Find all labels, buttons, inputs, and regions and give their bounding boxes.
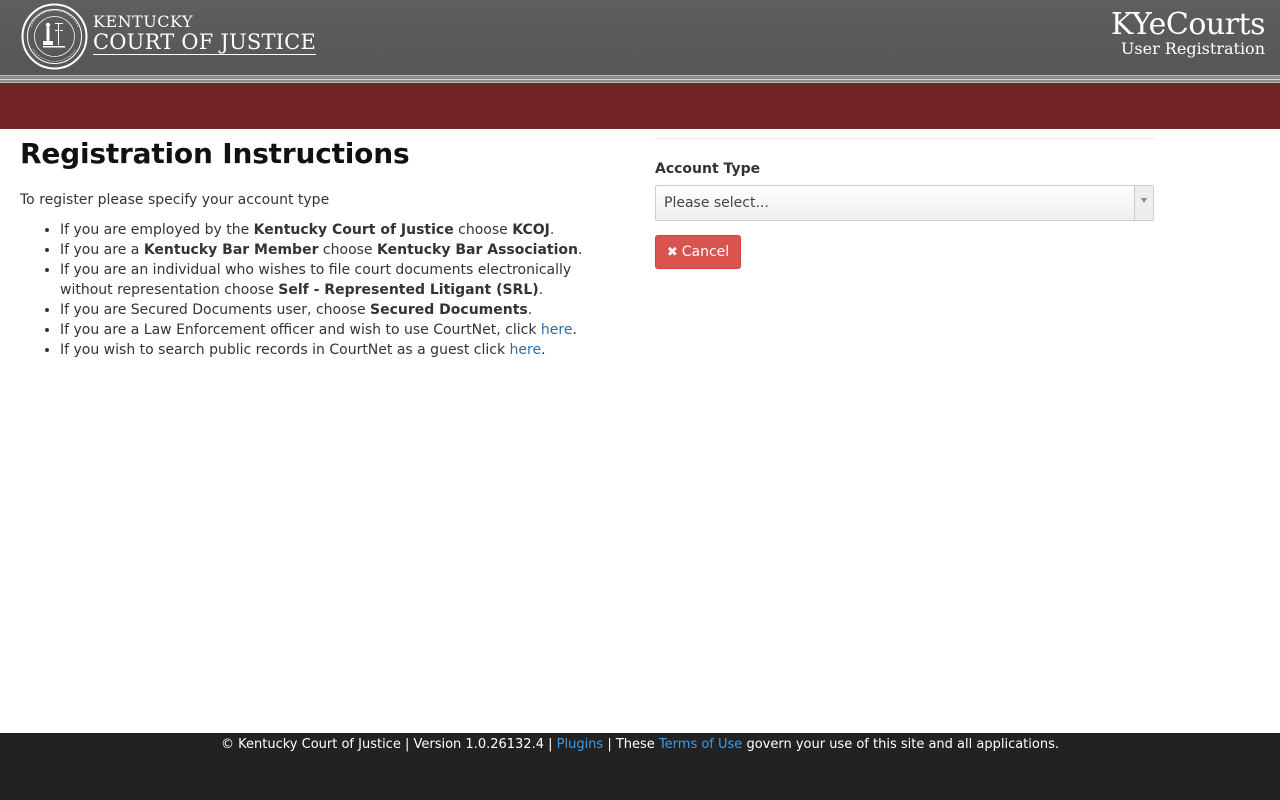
footer-suffix: govern your use of this site and all app… — [742, 737, 1059, 752]
times-icon: ✖ — [666, 244, 678, 260]
list-item: If you are an individual who wishes to f… — [60, 260, 620, 300]
brand-court: COURT OF JUSTICE — [93, 30, 316, 55]
brand-wordmark[interactable]: KENTUCKY COURT OF JUSTICE — [93, 14, 316, 55]
instructions-list: If you are employed by the Kentucky Cour… — [20, 220, 620, 360]
form-divider — [655, 138, 1154, 139]
instructions-intro: To register please specify your account … — [20, 192, 330, 208]
page-title: Registration Instructions — [20, 137, 410, 170]
account-type-select[interactable]: Please select... — [655, 185, 1154, 221]
list-item: If you are a Kentucky Bar Member choose … — [60, 240, 620, 260]
caret-down-icon[interactable] — [1134, 186, 1153, 220]
app-subtitle: User Registration — [1120, 39, 1265, 58]
cancel-button[interactable]: ✖ Cancel — [655, 235, 741, 269]
terms-of-use-link[interactable]: Terms of Use — [659, 737, 742, 752]
site-footer: © Kentucky Court of Justice | Version 1.… — [0, 733, 1280, 800]
guest-search-link[interactable]: here — [510, 342, 542, 358]
cancel-label: Cancel — [681, 244, 730, 260]
nav-bar — [0, 83, 1280, 129]
site-header: KENTUCKY COURT OF JUSTICE KYeCourts User… — [0, 0, 1280, 75]
instructions-panel: Registration Instructions To register pl… — [20, 138, 620, 360]
account-type-label: Account Type — [655, 161, 761, 177]
list-item: If you are Secured Documents user, choos… — [60, 300, 620, 320]
app-identity: KYeCourts User Registration — [1110, 7, 1266, 58]
list-item: If you are employed by the Kentucky Cour… — [60, 220, 620, 240]
footer-middle: | These — [603, 737, 659, 752]
footer-copyright: © Kentucky Court of Justice | Version 1.… — [221, 737, 557, 752]
list-item: If you wish to search public records in … — [60, 340, 620, 360]
registration-form: Account Type Please select... ✖ Cancel — [655, 138, 1154, 269]
app-title: KYeCourts — [1110, 7, 1266, 42]
law-enforcement-link[interactable]: here — [541, 322, 573, 338]
list-item: If you are a Law Enforcement officer and… — [60, 320, 620, 340]
account-type-value: Please select... — [664, 195, 769, 211]
header-divider — [0, 75, 1280, 83]
plugins-link[interactable]: Plugins — [557, 737, 604, 752]
kentucky-court-seal-icon — [21, 3, 88, 70]
